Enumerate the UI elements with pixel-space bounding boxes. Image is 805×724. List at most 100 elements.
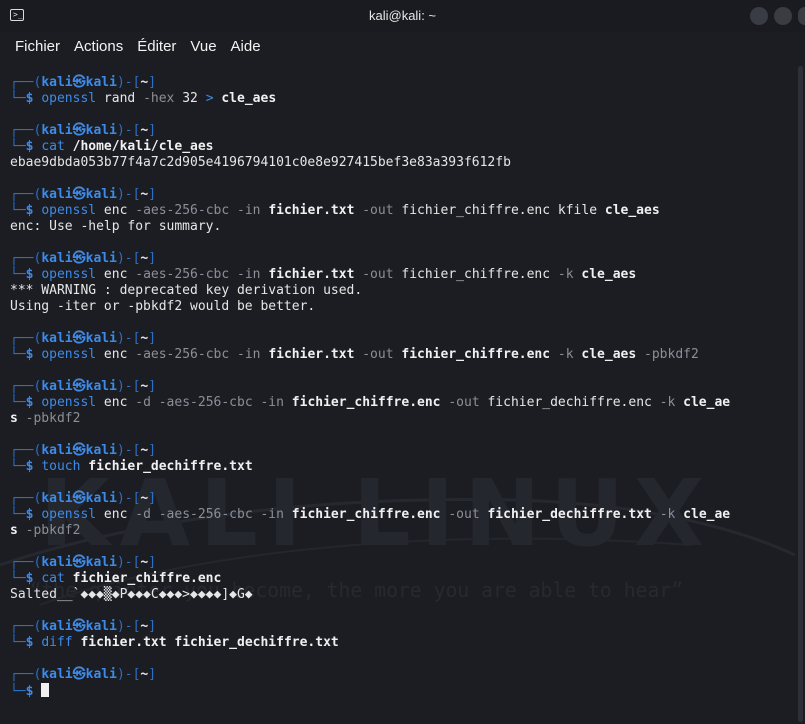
prompt-frame: ┌──( [10, 619, 42, 634]
prompt-frame: ] [148, 443, 157, 458]
menu-editer[interactable]: Éditer [130, 38, 183, 55]
prompt-frame: )-[ [116, 251, 141, 266]
command-line: └─$ openssl enc -aes-256-cbc -in fichier… [10, 347, 730, 363]
command-token: openssl [41, 395, 97, 410]
prompt-frame: )-[ [116, 331, 141, 346]
output-line: *** WARNING : deprecated key derivation … [10, 283, 363, 298]
command-token: -pbkdf2 [25, 411, 81, 426]
command-token: fichier.txt [268, 267, 355, 282]
command-token: -aes-256-cbc [158, 507, 253, 522]
minimize-button[interactable] [750, 7, 768, 25]
prompt-frame: ┌──( [10, 555, 42, 570]
prompt-frame: )-[ [116, 379, 141, 394]
prompt-line: ┌──(kali㉿kali)-[~] [10, 123, 730, 139]
prompt-frame: ] [148, 619, 157, 634]
command-token [652, 507, 660, 522]
prompt-frame: ┌──( [10, 379, 42, 394]
prompt-line: ┌──(kali㉿kali)-[~] [10, 443, 730, 459]
command-token: openssl [41, 347, 97, 362]
command-token: fichier_chiffre.enc [393, 267, 558, 282]
prompt-frame: ┌──( [10, 123, 42, 138]
command-token: -out [362, 347, 394, 362]
command-token: cle_aes [581, 267, 637, 282]
prompt-user-host: kali㉿kali [41, 75, 117, 90]
command-line: └─$ touch fichier_dechiffre.txt [10, 459, 730, 475]
command-line-wrap: s -pbkdf2 [10, 523, 730, 539]
scrollbar-thumb[interactable] [798, 66, 803, 722]
command-line: └─$ openssl enc -d -aes-256-cbc -in fich… [10, 395, 730, 411]
active-prompt-line: └─$ [10, 683, 730, 699]
prompt-frame: )-[ [116, 123, 141, 138]
command-token: openssl [41, 203, 97, 218]
menu-vue[interactable]: Vue [183, 38, 223, 55]
prompt-symbol: $ [25, 139, 42, 154]
terminal-area[interactable]: KALI LINUX “the quieter you become, the … [0, 60, 795, 724]
command-token: enc [96, 347, 136, 362]
prompt-frame: └─ [10, 203, 26, 218]
command-token: fichier_dechiffre.txt [487, 507, 652, 522]
prompt-frame: └─ [10, 91, 26, 106]
command-token: openssl [41, 91, 97, 106]
command-token: fichier_chiffre.enc [72, 571, 222, 586]
prompt-frame: )-[ [116, 491, 141, 506]
prompt-frame: ] [148, 379, 157, 394]
command-token: fichier_dechiffre.txt [88, 459, 253, 474]
prompt-user-host: kali㉿kali [41, 331, 117, 346]
prompt-symbol: $ [25, 571, 42, 586]
prompt-user-host: kali㉿kali [41, 555, 117, 570]
command-token: /home/kali/cle_aes [72, 139, 214, 154]
command-line: └─$ diff fichier.txt fichier_dechiffre.t… [10, 635, 730, 651]
command-token: diff [41, 635, 73, 650]
prompt-line: ┌──(kali㉿kali)-[~] [10, 619, 730, 635]
command-token: -aes-256-cbc [135, 203, 230, 218]
prompt-frame: )-[ [116, 619, 141, 634]
command-token: -pbkdf2 [25, 523, 81, 538]
command-token: -in [260, 507, 284, 522]
menu-bar: Fichier Actions Éditer Vue Aide [0, 32, 805, 60]
prompt-frame: )-[ [116, 555, 141, 570]
command-token: -d [135, 395, 151, 410]
command-token [284, 395, 292, 410]
menu-fichier[interactable]: Fichier [8, 38, 67, 55]
command-token: cle_aes [221, 91, 277, 106]
command-token: fichier.txt [268, 203, 355, 218]
command-token: rand [96, 91, 144, 106]
prompt-user-host: kali㉿kali [41, 251, 117, 266]
command-token: fichier.txt [80, 635, 167, 650]
prompt-frame: └─ [10, 395, 26, 410]
prompt-frame: )-[ [116, 75, 141, 90]
command-token: openssl [41, 267, 97, 282]
prompt-user-host: kali㉿kali [41, 491, 117, 506]
command-line: └─$ cat /home/kali/cle_aes [10, 139, 730, 155]
prompt-frame: └─ [10, 684, 26, 699]
maximize-button[interactable] [774, 7, 792, 25]
prompt-line: ┌──(kali㉿kali)-[~] [10, 251, 730, 267]
terminal-window: >_ kali@kali: ~ Fichier Actions Éditer V… [0, 0, 805, 724]
command-token: -aes-256-cbc [158, 395, 253, 410]
command-token: -in [260, 395, 284, 410]
command-token: fichier.txt [268, 347, 355, 362]
command-token: -in [237, 347, 261, 362]
menu-actions[interactable]: Actions [67, 38, 130, 55]
prompt-user-host: kali㉿kali [41, 443, 117, 458]
command-line: └─$ openssl enc -aes-256-cbc -in fichier… [10, 203, 730, 219]
prompt-symbol: $ [25, 635, 42, 650]
prompt-frame: ┌──( [10, 443, 42, 458]
prompt-frame: ] [148, 667, 157, 682]
menu-aide[interactable]: Aide [224, 38, 268, 55]
command-token [18, 523, 26, 538]
command-token: -hex [143, 91, 175, 106]
command-token: cle_ae [683, 507, 731, 522]
close-button[interactable] [798, 7, 805, 25]
scrollbar[interactable] [795, 60, 805, 724]
command-token: cat [41, 139, 65, 154]
prompt-frame: ] [148, 187, 157, 202]
command-token: -in [237, 203, 261, 218]
command-token: enc [96, 395, 136, 410]
